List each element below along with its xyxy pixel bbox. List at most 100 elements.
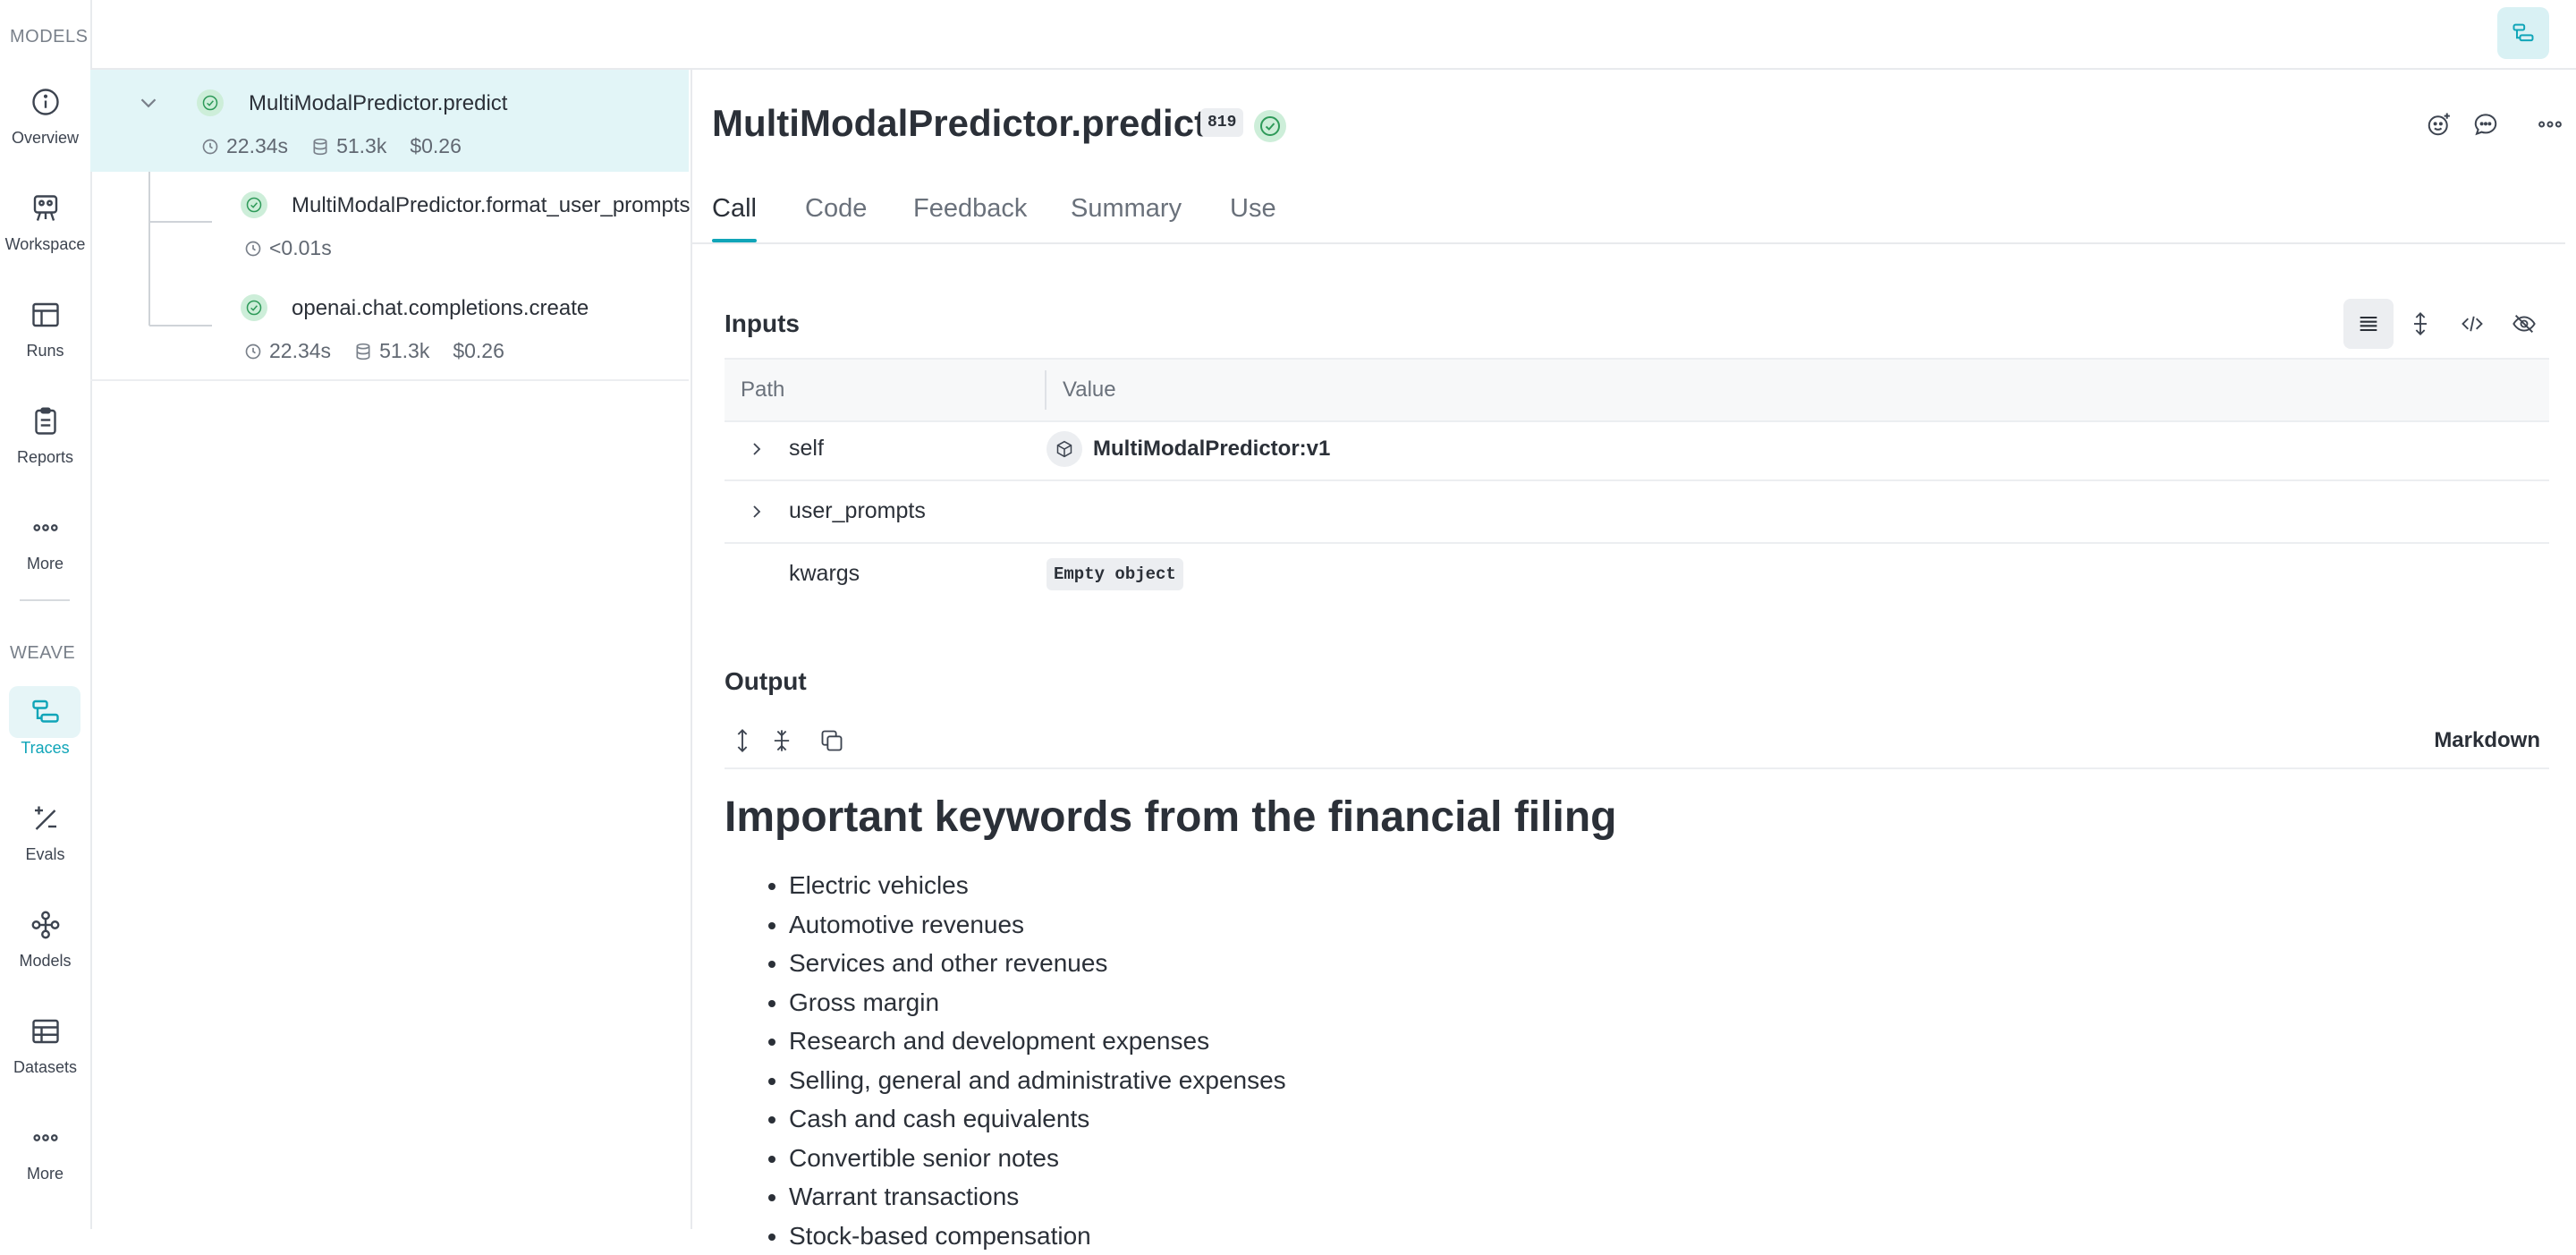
nav-item-label: Datasets <box>0 1058 90 1077</box>
traces-icon <box>30 696 62 728</box>
clock-icon <box>244 240 262 258</box>
list-item: Gross margin <box>789 983 1286 1022</box>
inputs-table-header: Path Value <box>724 358 2549 422</box>
comment-icon[interactable] <box>2472 111 2499 138</box>
list-item: Electric vehicles <box>789 866 1286 905</box>
row-path: kwargs <box>789 561 860 587</box>
call-title: MultiModalPredictor.predict <box>712 102 1207 145</box>
chevron-down-icon[interactable] <box>135 89 162 116</box>
token-count: 51.3k <box>336 134 386 158</box>
table-row[interactable]: user_prompts <box>724 481 2549 544</box>
trace-tree: MultiModalPredictor.predict 22.34s 51.3k… <box>90 70 692 1229</box>
weave-section-header: WEAVE <box>0 643 90 664</box>
nav-item-datasets[interactable]: Datasets <box>0 1001 90 1090</box>
tab-code[interactable]: Code <box>805 182 867 241</box>
more-options-icon[interactable] <box>2537 111 2563 138</box>
success-status-icon <box>1254 110 1286 142</box>
trace-name: openai.chat.completions.create <box>292 296 589 321</box>
clock-icon <box>244 343 262 360</box>
chevron-right-icon[interactable] <box>746 501 767 522</box>
tab-call[interactable]: Call <box>712 182 757 241</box>
list-item: Selling, general and administrative expe… <box>789 1061 1286 1100</box>
markdown-list: Electric vehicles Automotive revenues Se… <box>724 866 1286 1255</box>
expand-all-button[interactable] <box>2395 299 2445 349</box>
flat-view-button[interactable] <box>2343 299 2394 349</box>
nav-item-reports[interactable]: Reports <box>0 391 90 480</box>
list-item: Services and other revenues <box>789 944 1286 983</box>
table-row[interactable]: self MultiModalPredictor:v1 <box>724 419 2549 481</box>
markdown-heading: Important keywords from the financial fi… <box>724 793 1616 842</box>
add-reaction-icon[interactable] <box>2426 111 2453 138</box>
tab-summary[interactable]: Summary <box>1071 182 1182 241</box>
list-item: Convertible senior notes <box>789 1139 1286 1178</box>
object-ref-link[interactable]: MultiModalPredictor:v1 <box>1093 437 1330 462</box>
nav-item-workspace[interactable]: Workspace <box>0 178 90 267</box>
latency: <0.01s <box>269 236 332 260</box>
list-item: Stock-based compensation <box>789 1217 1286 1255</box>
traces-icon <box>2511 21 2536 46</box>
tab-use[interactable]: Use <box>1230 182 1276 241</box>
detail-tabs: Call Code Feedback Summary Use <box>692 182 2565 244</box>
nav-item-label: Evals <box>0 845 90 864</box>
list-item: Cash and cash equivalents <box>789 1099 1286 1139</box>
tab-feedback[interactable]: Feedback <box>913 182 1027 241</box>
dots-icon <box>30 512 62 544</box>
nav-item-runs[interactable]: Runs <box>0 284 90 374</box>
nav-item-models[interactable]: Models <box>0 895 90 984</box>
success-status-icon <box>197 89 224 116</box>
call-detail: MultiModalPredictor.predict 819 Call Cod… <box>692 70 2576 1229</box>
code-icon <box>2460 311 2485 336</box>
trace-row-child[interactable]: openai.chat.completions.create 22.34s 51… <box>90 276 689 381</box>
copy-icon[interactable] <box>819 728 844 753</box>
call-count-badge: 819 <box>1200 108 1243 137</box>
empty-object-badge: Empty object <box>1046 558 1183 590</box>
column-header-path[interactable]: Path <box>741 377 784 403</box>
left-nav: MODELS Overview Workspace Runs Reports M… <box>0 0 92 1229</box>
output-toolbar: Markdown <box>724 714 2549 769</box>
trace-meta: <0.01s <box>244 236 348 260</box>
info-icon <box>30 86 62 118</box>
success-status-icon <box>241 191 267 218</box>
nav-item-label: Runs <box>0 342 90 360</box>
models-section-header: MODELS <box>0 27 90 47</box>
column-separator[interactable] <box>1045 370 1046 410</box>
chevron-right-icon[interactable] <box>746 438 767 460</box>
nav-item-label: Workspace <box>0 235 90 254</box>
nav-item-overview[interactable]: Overview <box>0 72 90 161</box>
output-title: Output <box>724 667 807 696</box>
collapse-vertical-icon[interactable] <box>769 728 794 753</box>
model-icon <box>30 909 62 941</box>
trace-name: MultiModalPredictor.format_user_prompts <box>292 193 691 218</box>
nav-item-traces[interactable]: Traces <box>0 682 90 771</box>
latency: 22.34s <box>226 134 288 158</box>
cost: $0.26 <box>410 134 462 158</box>
nav-item-more[interactable]: More <box>0 497 90 587</box>
top-bar <box>90 0 2576 70</box>
trace-meta: 22.34s 51.3k $0.26 <box>244 339 521 363</box>
trace-tree-toggle-button[interactable] <box>2497 7 2549 59</box>
hide-button[interactable] <box>2499 299 2549 349</box>
nav-divider <box>20 599 70 601</box>
trace-row-child[interactable]: MultiModalPredictor.format_user_prompts … <box>90 172 689 276</box>
success-status-icon <box>241 294 267 321</box>
list-item: Automotive revenues <box>789 905 1286 945</box>
row-path: user_prompts <box>789 498 926 524</box>
clock-icon <box>201 138 219 156</box>
expand-vertical-icon[interactable] <box>730 728 755 753</box>
inputs-title: Inputs <box>724 310 800 338</box>
expand-vertical-icon <box>2408 311 2433 336</box>
evals-icon <box>30 802 62 835</box>
nav-item-more-weave[interactable]: More <box>0 1107 90 1197</box>
row-value[interactable]: MultiModalPredictor:v1 <box>1046 431 1330 467</box>
clipboard-icon <box>30 405 62 437</box>
nav-item-label: More <box>0 555 90 573</box>
row-value: Empty object <box>1046 556 1183 592</box>
table-icon <box>30 299 62 331</box>
token-count: 51.3k <box>379 339 429 363</box>
database-icon <box>311 138 329 156</box>
code-view-button[interactable] <box>2447 299 2497 349</box>
column-header-value[interactable]: Value <box>1063 377 1116 403</box>
trace-row-root[interactable]: MultiModalPredictor.predict 22.34s 51.3k… <box>90 70 689 172</box>
format-selector[interactable]: Markdown <box>2434 728 2540 753</box>
nav-item-evals[interactable]: Evals <box>0 788 90 878</box>
